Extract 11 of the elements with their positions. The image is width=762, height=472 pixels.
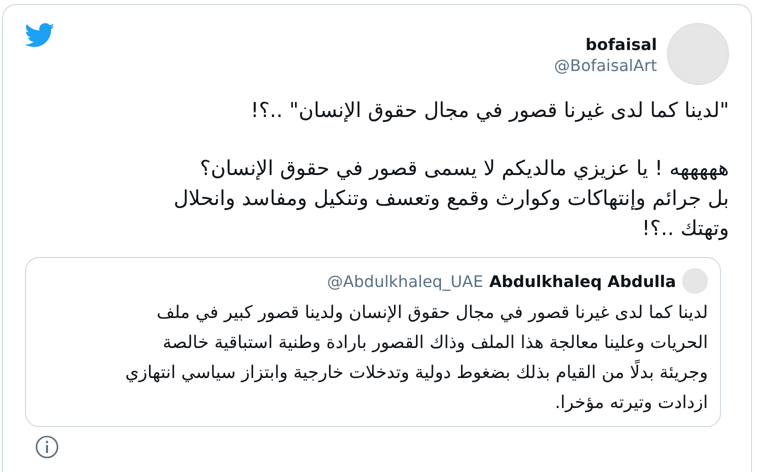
bird-logo-icon[interactable]	[25, 23, 55, 48]
author-name[interactable]: bofaisal	[586, 35, 657, 54]
avatar-placeholder	[682, 268, 708, 294]
quoted-author-handle: @Abdulkhaleq_UAE	[326, 272, 484, 290]
quoted-tweet[interactable]	[25, 257, 721, 427]
tweet-text: "لدينا كما لدى غيرنا قصور في مجال حقوق الإنسان" ..؟!	[250, 97, 729, 124]
quoted-tweet-text: لدينا كما لدى غيرنا قصور في مجال حقوق الإنسان ولدينا قصور كبير في ملف الحريات وعلينا معالجة هذا الملف وذاك القصور بارادة وطنية استباقية خالصة وجريئة بدلًا من القيام بذلك بضغوط دولية وتدخلات خارجية وابتزاز سياسي انتهازي ازدادت وتيرته مؤخرا.	[124, 302, 708, 415]
author-handle[interactable]: @BofaisalArt	[554, 56, 657, 75]
quoted-author-name: Abdulkhaleq Abdulla	[489, 272, 676, 290]
tweet-text: هههههه ! يا عزيزي مالديكم لا يسمى قصور في حقوق الإنسان؟ بل جرائم وإنتهاكات وكوارث وقمع وتعسف وتنكيل ومفاسد وانحلال وتهتك ..؟!	[172, 155, 729, 242]
info-icon[interactable]	[35, 435, 59, 459]
